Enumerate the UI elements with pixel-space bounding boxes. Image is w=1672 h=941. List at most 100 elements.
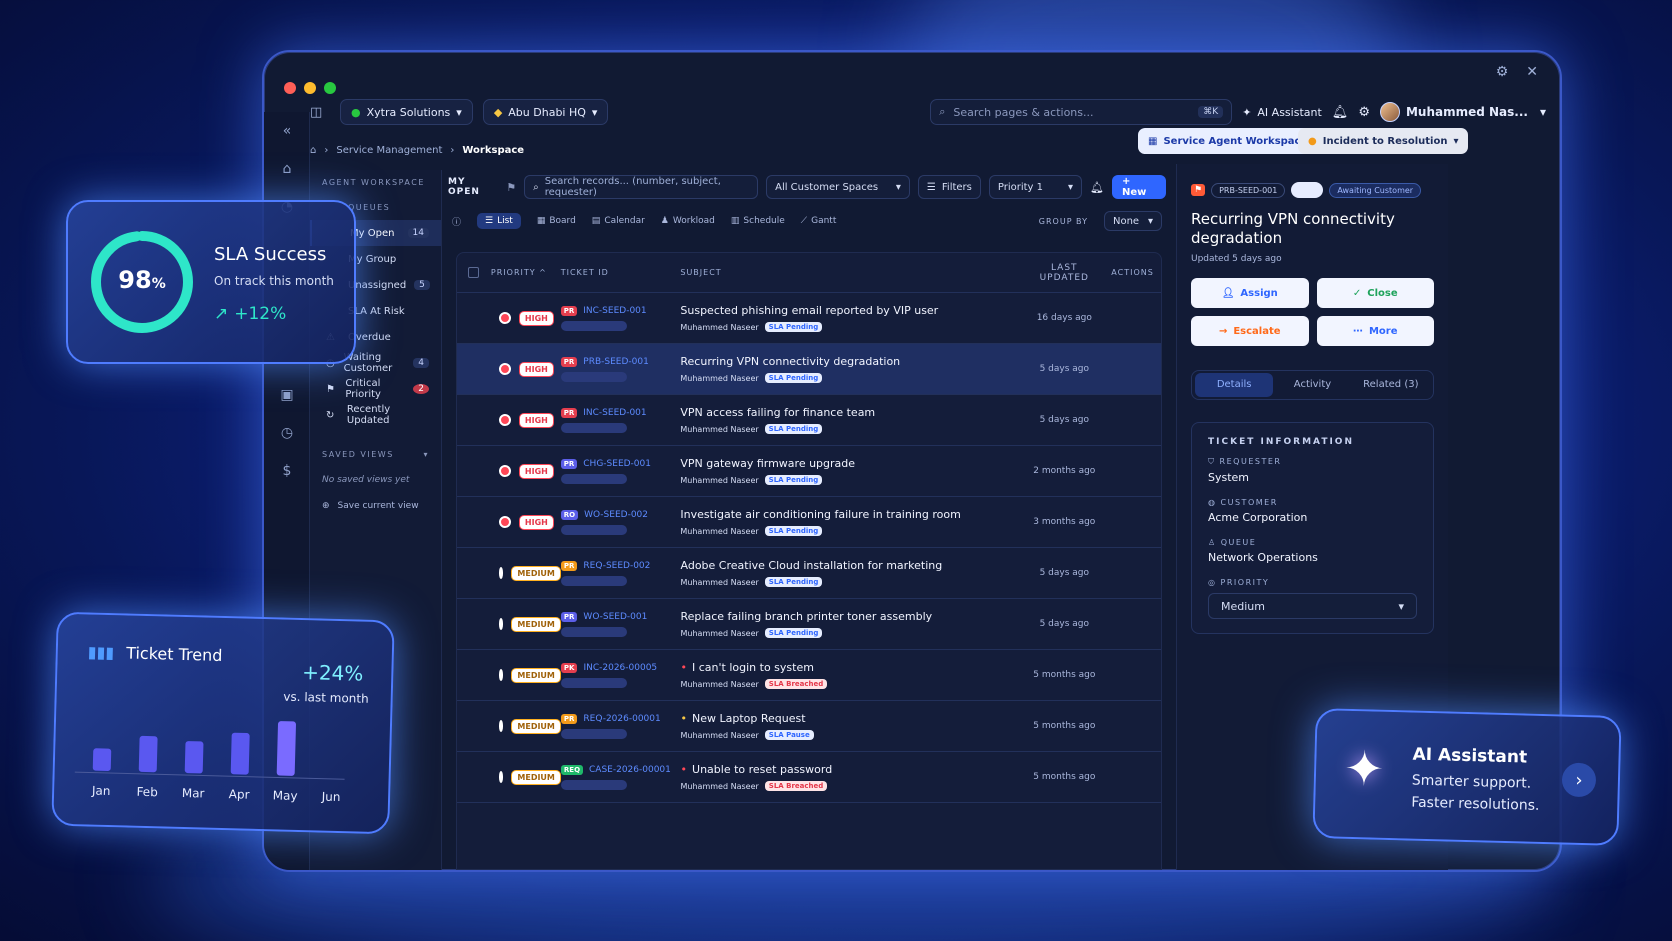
table-row[interactable]: HIGH PR PRB-SEED-001 Recurring VPN connecti… — [457, 344, 1161, 395]
ai-assistant-card[interactable]: ✦ AI Assistant Smarter support. Faster r… — [1312, 708, 1622, 846]
panel-icon[interactable]: ◫ — [310, 105, 330, 120]
save-current-view[interactable]: ⊕ Save current view — [310, 493, 441, 519]
ticket-subject[interactable]: VPN access failing for finance team — [680, 406, 875, 419]
ticket-id-link[interactable]: INC-2026-00005 — [583, 663, 657, 673]
priority-column-header[interactable]: PRIORITY ^ — [491, 268, 561, 277]
sidebar-item-recently-updated[interactable]: ↻ Recently Updated — [310, 402, 441, 428]
ticket-id-link[interactable]: INC-SEED-001 — [583, 306, 646, 316]
settings-icon[interactable]: ⚙ — [1496, 64, 1509, 80]
sidebar-item-critical-priority[interactable]: ⚑ Critical Priority 2 — [310, 376, 441, 402]
home-icon[interactable]: ⌂ — [310, 145, 316, 156]
filters-button[interactable]: ☰ Filters — [917, 175, 981, 199]
close-dot[interactable] — [284, 82, 296, 94]
list-title: MY OPEN — [448, 177, 480, 197]
ticket-id-link[interactable]: INC-SEED-001 — [583, 408, 646, 418]
assign-button[interactable]: 👤︎ Assign — [1191, 278, 1309, 308]
table-row[interactable]: MEDIUM REQ CASE-2026-00001 • Unable to reset… — [457, 752, 1161, 803]
location-switcher[interactable]: ◆ Abu Dhabi HQ ▾ — [482, 99, 609, 125]
table-row[interactable]: HIGH RO WO-SEED-002 Investigate air conditi… — [457, 497, 1161, 548]
bell-icon[interactable]: 🔔︎ — [1332, 105, 1349, 120]
ticket-subject[interactable]: New Laptop Request — [692, 712, 806, 725]
ticket-subject[interactable]: Adobe Creative Cloud installation for ma… — [681, 559, 943, 572]
ticket-subject[interactable]: VPN gateway firmware upgrade — [680, 457, 855, 470]
queue-value: Network Operations — [1208, 551, 1318, 564]
view-icon: ☰ — [485, 216, 494, 226]
assignee-placeholder — [560, 524, 627, 535]
chevron-right-icon[interactable]: › — [1561, 762, 1597, 798]
ticket-id-link[interactable]: PRB-SEED-001 — [583, 357, 649, 367]
view-tab-calendar[interactable]: ▤ Calendar — [592, 213, 645, 229]
table-row[interactable]: MEDIUM PR WO-SEED-001 Replace failing branc… — [457, 599, 1161, 650]
view-tab-gantt[interactable]: ⟋ Gantt — [801, 213, 837, 229]
group-by-select[interactable]: None ▾ — [1104, 211, 1162, 231]
priority-badge: HIGH — [518, 412, 554, 428]
table-row[interactable]: MEDIUM PK INC-2026-00005 • I can't login to … — [457, 650, 1161, 701]
priority-badge: HIGH — [518, 463, 554, 479]
avatar — [1379, 102, 1400, 122]
record-search-input[interactable]: ⌕ Search records... (number, subject, req… — [524, 175, 759, 199]
view-tab-schedule[interactable]: ▥ Schedule — [731, 213, 785, 229]
tab-details[interactable]: Details — [1195, 373, 1274, 397]
ticket-id-link[interactable]: REQ-2026-00001 — [583, 714, 660, 724]
gear-icon[interactable]: ⚙ — [1358, 105, 1370, 120]
globe-icon: ◍ — [1208, 498, 1217, 507]
customer-spaces-select[interactable]: All Customer Spaces ▾ — [766, 175, 910, 199]
updated-column-header[interactable]: LAST UPDATED — [1024, 263, 1104, 283]
table-row[interactable]: MEDIUM PR REQ-2026-00001 • New Laptop Reques… — [457, 701, 1161, 752]
ticket-id-link[interactable]: WO-SEED-001 — [583, 612, 647, 622]
tab-related[interactable]: Related (3) — [1352, 373, 1430, 397]
saved-views-header[interactable]: SAVED VIEWS ▾ — [310, 442, 441, 467]
priority-dot — [498, 363, 511, 375]
trend-bar-may — [276, 721, 296, 776]
ticket-subject[interactable]: Replace failing branch printer toner ass… — [681, 610, 933, 623]
priority-dot — [498, 516, 511, 528]
trend-bar-jan — [92, 748, 112, 771]
user-menu[interactable]: Muhammed Nas... ▾ — [1379, 102, 1546, 122]
close-button[interactable]: ✓ Close — [1316, 278, 1434, 308]
ticket-subject[interactable]: Investigate air conditioning failure in … — [680, 508, 960, 521]
table-row[interactable]: MEDIUM PR REQ-SEED-002 Adobe Creative Cloud… — [457, 548, 1161, 599]
last-updated: 5 months ago — [1033, 670, 1096, 680]
priority-dot — [498, 720, 504, 732]
table-row[interactable]: HIGH PR INC-SEED-001 VPN access failing for… — [457, 395, 1161, 446]
ticket-id-link[interactable]: CHG-SEED-001 — [583, 459, 651, 469]
priority-select[interactable]: Priority 1 ▾ — [988, 175, 1082, 199]
ai-assistant-button[interactable]: ✦ AI Assistant — [1242, 106, 1322, 119]
ticket-subject[interactable]: I can't login to system — [692, 661, 814, 674]
priority-dot — [498, 312, 511, 324]
flow-switch-button[interactable]: ● Incident to Resolution ▾ — [1298, 128, 1469, 154]
table-row[interactable]: HIGH PR INC-SEED-001 Suspected phishing ema… — [457, 293, 1161, 344]
view-tab-list[interactable]: ☰ List — [477, 213, 521, 229]
ticket-id-link[interactable]: WO-SEED-002 — [584, 510, 648, 520]
status-toggle[interactable] — [1291, 182, 1324, 198]
trend-month-label: Feb — [136, 785, 158, 800]
sla-badge: SLA Pending — [764, 577, 823, 587]
tab-activity[interactable]: Activity — [1273, 373, 1351, 397]
view-tab-workload[interactable]: ♟ Workload — [661, 213, 715, 229]
priority-dropdown[interactable]: Medium ▾ — [1208, 593, 1417, 619]
ticket-id-link[interactable]: CASE-2026-00001 — [589, 765, 671, 775]
ticket-type-tag: PR — [560, 356, 578, 367]
ticket-subject[interactable]: Recurring VPN connectivity degradation — [680, 355, 900, 368]
global-search[interactable]: ⌕ Search pages & actions... ⌘K — [930, 99, 1233, 125]
org-switcher[interactable]: ● Xytra Solutions ▾ — [340, 99, 473, 125]
ticket-subject[interactable]: Suspected phishing email reported by VIP… — [680, 304, 938, 317]
dollar-icon[interactable]: $ — [264, 452, 310, 490]
breadcrumb-service-management[interactable]: Service Management — [336, 145, 442, 156]
collapse-icon[interactable]: « — [264, 112, 310, 150]
escalate-button[interactable]: → Escalate — [1191, 316, 1309, 346]
breadcrumb-workspace: Workspace — [462, 144, 525, 156]
more-button[interactable]: ⋯ More — [1316, 316, 1434, 346]
table-row[interactable]: HIGH PR CHG-SEED-001 VPN gateway firmware u… — [457, 446, 1161, 497]
bell-icon[interactable]: 🔔︎ — [1090, 181, 1104, 194]
ticket-subject[interactable]: Unable to reset password — [692, 763, 832, 776]
ticket-id-link[interactable]: REQ-SEED-002 — [583, 561, 650, 571]
new-button[interactable]: + New — [1111, 175, 1166, 199]
home-icon[interactable]: ⌂ — [264, 150, 310, 188]
select-all-checkbox[interactable] — [468, 267, 480, 278]
box-icon[interactable]: ▣ — [264, 376, 310, 414]
close-icon[interactable]: ✕ — [1526, 64, 1538, 80]
view-tab-board[interactable]: ▦ Board — [537, 213, 576, 229]
clock-icon[interactable]: ◷ — [264, 414, 310, 452]
ticket-owner: Muhammed Naseer — [680, 577, 759, 587]
